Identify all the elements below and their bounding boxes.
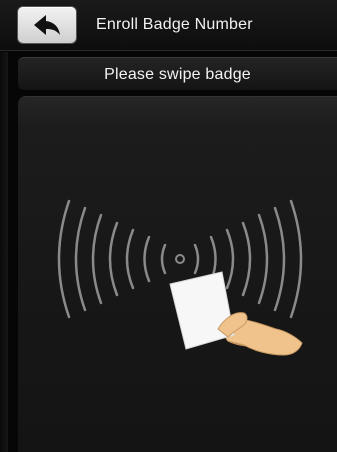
left-edge bbox=[0, 52, 8, 452]
prompt-text: Please swipe badge bbox=[104, 66, 251, 83]
prompt-bar: Please swipe badge bbox=[18, 57, 337, 91]
back-arrow-icon bbox=[34, 15, 60, 35]
page-title: Enroll Badge Number bbox=[96, 16, 253, 33]
title-bar: Enroll Badge Number bbox=[0, 0, 337, 51]
back-button[interactable] bbox=[18, 7, 76, 43]
swipe-illustration bbox=[57, 199, 303, 356]
enroll-badge-screen: Enroll Badge Number Please swipe badge bbox=[0, 0, 337, 452]
badge-card-icon bbox=[169, 271, 235, 350]
swipe-area bbox=[18, 96, 337, 452]
